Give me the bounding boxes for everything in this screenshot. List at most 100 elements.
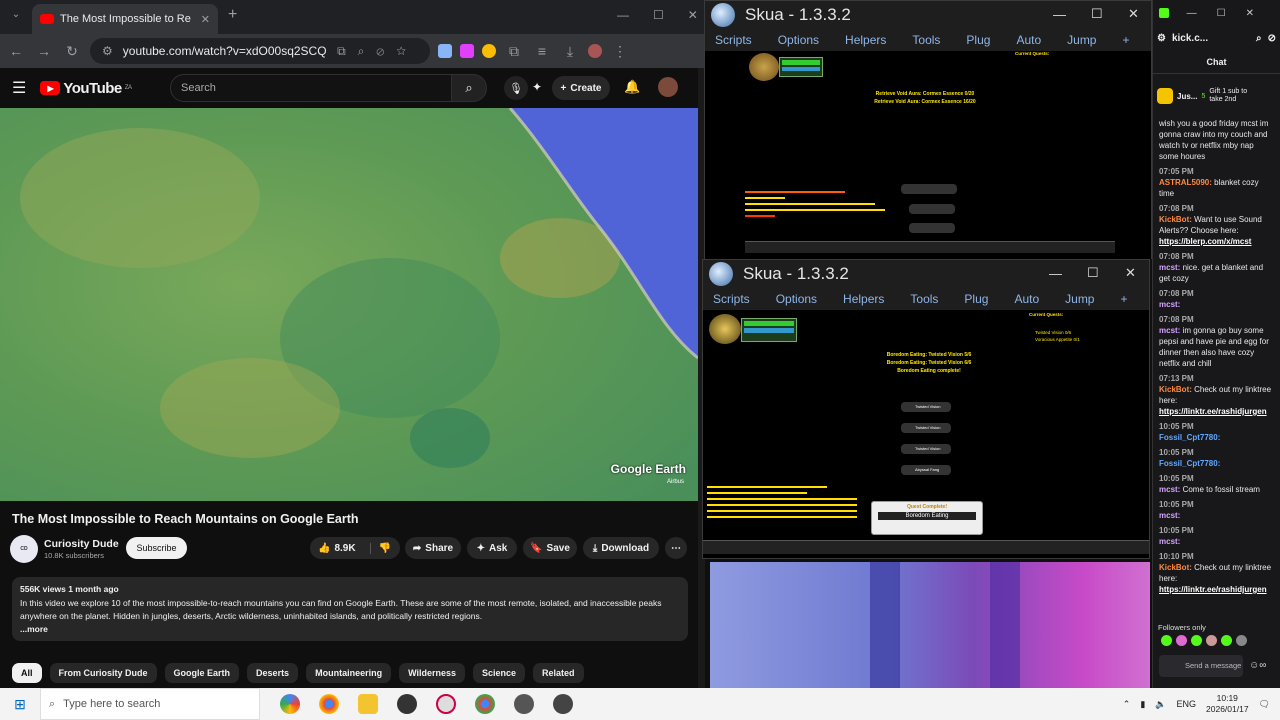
message-username[interactable]: mcst:: [1159, 485, 1180, 494]
app-icon[interactable]: [553, 694, 573, 714]
new-tab-button[interactable]: +: [228, 6, 237, 24]
more-actions-icon[interactable]: ⋯: [665, 537, 687, 559]
extension-icon[interactable]: [438, 44, 452, 58]
thumbs-up-icon[interactable]: 👍: [318, 543, 330, 554]
file-explorer-icon[interactable]: [358, 694, 378, 714]
settings-icon[interactable]: [514, 694, 534, 714]
close-icon[interactable]: ✕: [1128, 6, 1139, 22]
chrome-icon[interactable]: [319, 694, 339, 714]
menu-auto[interactable]: Auto: [1014, 292, 1039, 306]
message-username[interactable]: KickBot:: [1159, 385, 1192, 394]
ai-sparkle-icon[interactable]: ✦: [532, 80, 542, 94]
chip-related[interactable]: Related: [533, 663, 584, 683]
chip-from-channel[interactable]: From Curiosity Dude: [49, 663, 157, 683]
reload-icon[interactable]: ↻: [62, 41, 82, 61]
message-username[interactable]: mcst:: [1159, 537, 1180, 546]
maximize-icon[interactable]: ☐: [653, 8, 664, 22]
maximize-icon[interactable]: ☐: [1091, 6, 1103, 22]
menu-scripts[interactable]: Scripts: [715, 33, 752, 47]
menu-plug[interactable]: Plug: [966, 33, 990, 47]
emote-icon[interactable]: [1236, 635, 1247, 646]
menu-options[interactable]: Options: [776, 292, 817, 306]
menu-add[interactable]: +: [1120, 292, 1127, 306]
profile-avatar[interactable]: [588, 44, 602, 58]
address-bar[interactable]: ⚙ youtube.com/watch?v=xdO00sq2SCQ ⧉⌕⊘☆: [90, 38, 430, 64]
search-input[interactable]: Search: [170, 74, 452, 102]
message-link[interactable]: https://blerp.com/x/mcst: [1159, 236, 1274, 247]
chip-all[interactable]: All: [12, 663, 42, 683]
minimize-icon[interactable]: —: [1049, 266, 1062, 281]
copilot-icon[interactable]: [280, 694, 300, 714]
youtube-logo[interactable]: ▶ YouTube ZA: [40, 80, 132, 97]
menu-scripts[interactable]: Scripts: [713, 292, 750, 306]
notifications-icon[interactable]: 🗨: [1259, 699, 1270, 710]
game-viewport[interactable]: Current Quests: Twisted Vision 0/6 Vorac…: [703, 310, 1149, 558]
chip-wilderness[interactable]: Wilderness: [399, 663, 466, 683]
menu-jump[interactable]: Jump: [1065, 292, 1094, 306]
volume-icon[interactable]: 🔈: [1155, 699, 1166, 710]
message-username[interactable]: mcst:: [1159, 511, 1180, 520]
maximize-icon[interactable]: ☐: [1087, 265, 1099, 281]
menu-plug[interactable]: Plug: [964, 292, 988, 306]
like-count[interactable]: 8.9K: [334, 543, 355, 554]
download-button[interactable]: ⤓ Download: [583, 537, 659, 559]
battery-icon[interactable]: ▮: [1140, 699, 1145, 710]
steam-icon[interactable]: [397, 694, 417, 714]
menu-kebab-icon[interactable]: ⋮: [610, 41, 630, 61]
menu-helpers[interactable]: Helpers: [845, 33, 886, 47]
menu-jump[interactable]: Jump: [1067, 33, 1096, 47]
clock[interactable]: 10:19 2026/01/17: [1206, 693, 1249, 715]
chip-mountaineering[interactable]: Mountaineering: [306, 663, 392, 683]
message-username[interactable]: mcst:: [1159, 326, 1180, 335]
message-username[interactable]: KickBot:: [1159, 563, 1192, 572]
tray-chevron-icon[interactable]: ⌃: [1123, 699, 1131, 710]
create-button[interactable]: + Create: [552, 76, 610, 100]
close-icon[interactable]: ✕: [688, 8, 698, 22]
emote-icon[interactable]: [1221, 635, 1232, 646]
settings-icon[interactable]: ⚙: [1157, 33, 1166, 44]
more-link[interactable]: ...more: [20, 623, 680, 636]
video-player[interactable]: Google Earth Airbus: [0, 108, 698, 501]
site-info-icon[interactable]: ⚙: [102, 44, 113, 58]
hide-icon[interactable]: ⊘: [1268, 33, 1276, 44]
omnibox-actions-icon[interactable]: ⧉⌕⊘☆: [337, 44, 418, 59]
message-username[interactable]: Fossil_Cpt7780:: [1159, 433, 1220, 442]
chip-google-earth[interactable]: Google Earth: [164, 663, 240, 683]
description-box[interactable]: 556K views 1 month ago In this video we …: [12, 577, 688, 641]
menu-auto[interactable]: Auto: [1016, 33, 1041, 47]
share-button[interactable]: ➦ Share: [405, 537, 461, 559]
extensions-puzzle-icon[interactable]: ⧉: [504, 41, 524, 61]
menu-tools[interactable]: Tools: [912, 33, 940, 47]
voice-search-icon[interactable]: 🎙: [504, 76, 528, 100]
minimize-icon[interactable]: —: [617, 8, 629, 22]
windows-start-icon[interactable]: ⊞: [0, 696, 40, 713]
save-button[interactable]: 🔖 Save: [523, 537, 577, 559]
menu-tools[interactable]: Tools: [910, 292, 938, 306]
action-bar[interactable]: [703, 540, 1149, 554]
account-avatar[interactable]: [658, 77, 678, 97]
zoom-icon[interactable]: ⌕: [1256, 33, 1262, 44]
language-indicator[interactable]: ENG: [1177, 699, 1197, 709]
thumbs-down-icon[interactable]: 👎: [369, 542, 391, 554]
search-button[interactable]: ⌕: [451, 74, 487, 102]
notifications-bell-icon[interactable]: 🔔: [624, 79, 640, 95]
game-viewport[interactable]: Current Quests: Retrieve Void Aura: Corm…: [705, 51, 1151, 259]
tab-search-icon[interactable]: ⌄: [8, 9, 24, 25]
menu-options[interactable]: Options: [778, 33, 819, 47]
message-link[interactable]: https://linktr.ee/rashidjurgen: [1159, 406, 1274, 417]
message-username[interactable]: KickBot:: [1159, 215, 1192, 224]
ask-button[interactable]: ✦ Ask: [467, 537, 517, 559]
emote-picker-icon[interactable]: ☺∞: [1249, 660, 1266, 671]
message-link[interactable]: https://linktr.ee/rashidjurgen: [1159, 584, 1274, 595]
menu-helpers[interactable]: Helpers: [843, 292, 884, 306]
action-bar[interactable]: [745, 241, 1115, 253]
minimize-icon[interactable]: —: [1053, 7, 1066, 22]
extension-icon[interactable]: [460, 44, 474, 58]
message-username[interactable]: Fossil_Cpt7780:: [1159, 459, 1220, 468]
emote-icon[interactable]: [1161, 635, 1172, 646]
message-username[interactable]: mcst:: [1159, 300, 1180, 309]
chip-science[interactable]: Science: [473, 663, 526, 683]
hamburger-menu-icon[interactable]: ☰: [12, 78, 26, 98]
chat-input[interactable]: Send a message: [1159, 655, 1243, 677]
browser-tab[interactable]: The Most Impossible to Re ✕: [32, 4, 218, 34]
